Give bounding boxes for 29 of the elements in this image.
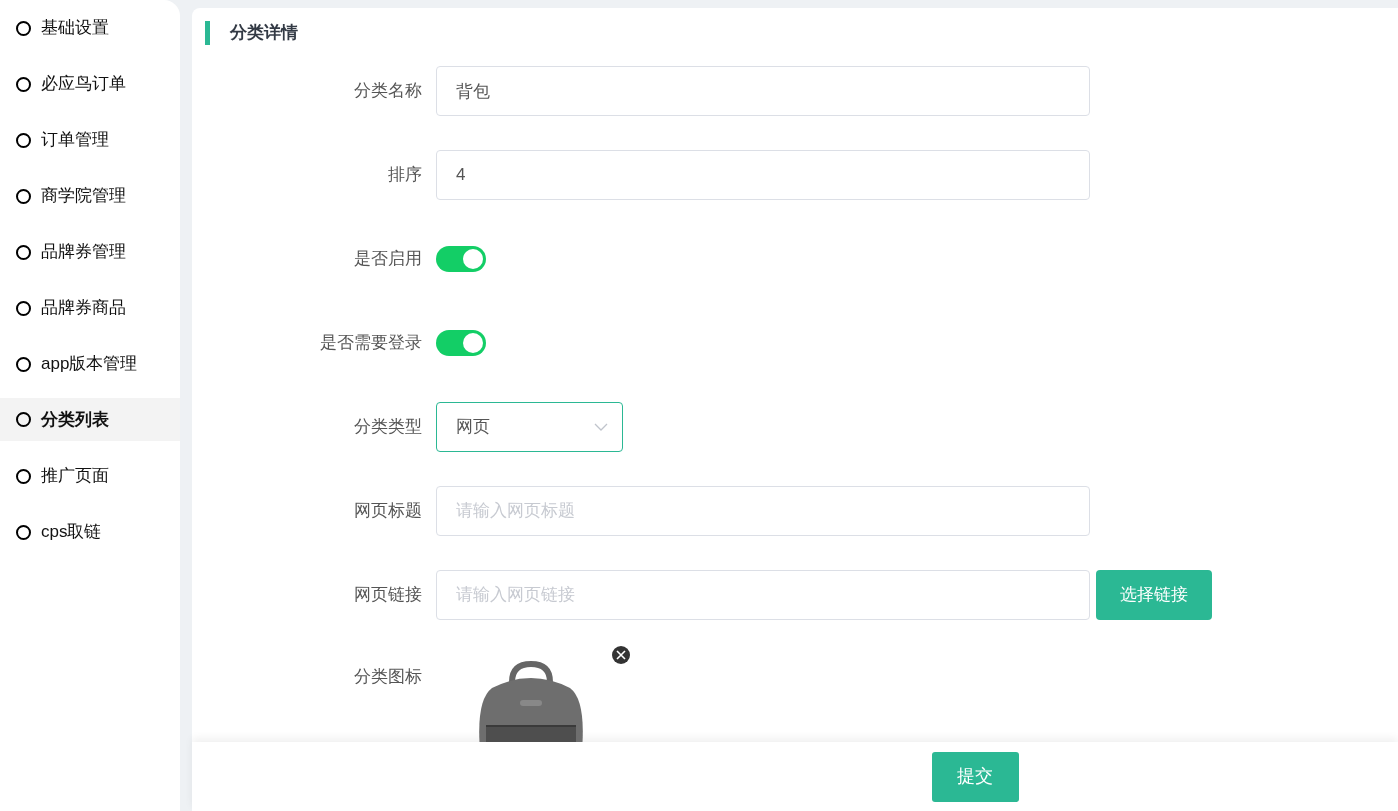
field-label: 排序: [387, 164, 422, 186]
toggle-switch[interactable]: [436, 330, 486, 356]
sidebar-item[interactable]: 基础设置: [0, 0, 180, 56]
toggle-switch[interactable]: [436, 246, 486, 272]
panel-title: 分类详情: [230, 22, 298, 45]
field-label: 网页标题: [353, 500, 422, 522]
close-icon[interactable]: [612, 646, 630, 664]
field-label: 分类名称: [353, 80, 422, 102]
sidebar-item[interactable]: 商学院管理: [0, 168, 180, 224]
chevron-down-icon: [594, 423, 608, 431]
sidebar-item[interactable]: 分类列表: [0, 398, 180, 441]
sidebar-item[interactable]: app版本管理: [0, 336, 180, 392]
sidebar-item[interactable]: 订单管理: [0, 112, 180, 168]
field-label: 是否启用: [353, 248, 422, 270]
input-field[interactable]: 背包: [436, 66, 1090, 116]
field-label: 分类图标: [353, 666, 422, 688]
sidebar-item[interactable]: 品牌券管理: [0, 224, 180, 280]
input-field[interactable]: 请输入网页标题: [436, 486, 1090, 536]
sidebar-item[interactable]: 必应鸟订单: [0, 56, 180, 112]
accent-bar: [205, 21, 210, 45]
field-label: 网页链接: [353, 584, 422, 606]
select-field[interactable]: 网页: [436, 402, 623, 452]
sidebar-item[interactable]: 品牌券商品: [0, 280, 180, 336]
field-label: 分类类型: [353, 416, 422, 438]
input-field[interactable]: 请输入网页链接: [436, 570, 1090, 620]
field-label: 是否需要登录: [319, 332, 422, 354]
sidebar-item[interactable]: 推广页面: [0, 448, 180, 504]
sidebar-item[interactable]: cps取链: [0, 504, 180, 560]
input-field[interactable]: 4: [436, 150, 1090, 200]
